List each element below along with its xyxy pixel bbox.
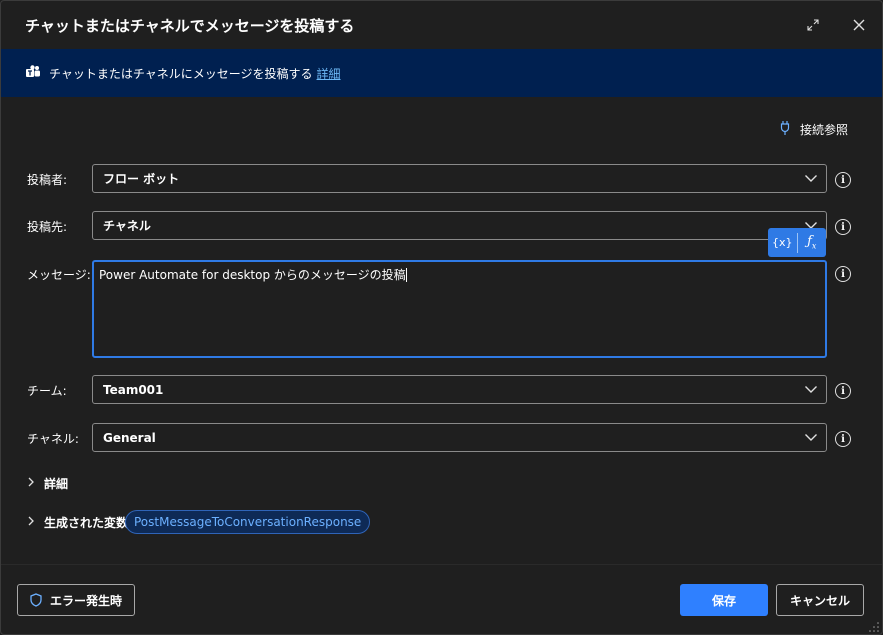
connection-reference-label: 接続参照: [799, 123, 848, 137]
chevron-right-icon: [27, 477, 35, 490]
poster-dropdown[interactable]: フロー ボット: [92, 164, 827, 193]
message-textarea[interactable]: Power Automate for desktop からのメッセージの投稿: [92, 260, 827, 358]
message-label: メッセージ:: [27, 268, 91, 282]
cancel-button[interactable]: キャンセル: [776, 584, 864, 616]
post-in-info-icon[interactable]: i: [835, 219, 851, 235]
banner-text: チャットまたはチャネルにメッセージを投稿する: [49, 66, 313, 81]
plug-icon: [780, 120, 790, 139]
fx-icon: ƒx: [807, 234, 817, 251]
chevron-down-icon: [804, 430, 818, 447]
chevron-down-icon: [804, 382, 818, 399]
channel-label: チャネル:: [27, 432, 79, 446]
on-error-label: エラー発生時: [49, 593, 122, 608]
resize-grip-icon[interactable]: [869, 621, 879, 632]
details-expander[interactable]: 詳細: [27, 475, 68, 492]
message-info-icon[interactable]: i: [835, 266, 851, 282]
team-value: Team001: [103, 382, 164, 397]
post-in-label: 投稿先:: [27, 220, 68, 234]
variable-buttons: {x} ƒx: [768, 228, 826, 257]
generated-variables-expander[interactable]: 生成された変数: [27, 514, 128, 531]
message-text: Power Automate for desktop からのメッセージの投稿: [99, 268, 406, 282]
info-banner: チャットまたはチャネルにメッセージを投稿する 詳細: [1, 49, 882, 97]
team-label: チーム:: [27, 384, 67, 398]
poster-value: フロー ボット: [103, 172, 180, 186]
generated-variables-label: 生成された変数: [44, 516, 129, 530]
insert-expression-button[interactable]: ƒx: [798, 228, 827, 257]
banner-details-link[interactable]: 詳細: [317, 65, 341, 82]
dialog-titlebar: チャットまたはチャネルでメッセージを投稿する: [1, 1, 882, 49]
teams-icon: [25, 64, 41, 83]
footer-divider: [1, 564, 882, 565]
poster-info-icon[interactable]: i: [835, 172, 851, 188]
text-caret: [405, 268, 407, 282]
save-button[interactable]: 保存: [680, 584, 768, 616]
channel-value: General: [103, 430, 156, 445]
dialog-title: チャットまたはチャネルでメッセージを投稿する: [25, 17, 355, 35]
chevron-down-icon: [804, 171, 818, 188]
insert-variable-button[interactable]: {x}: [768, 228, 797, 257]
details-label: 詳細: [44, 477, 69, 491]
post-message-dialog: チャットまたはチャネルでメッセージを投稿する チャットまたはチャネルにメッセージ…: [0, 0, 883, 635]
variable-pill[interactable]: PostMessageToConversationResponse: [125, 510, 371, 534]
post-in-value: チャネル: [103, 219, 151, 233]
close-icon[interactable]: [849, 15, 869, 35]
shield-icon: [30, 593, 42, 607]
chevron-right-icon: [27, 516, 35, 529]
poster-label: 投稿者:: [27, 173, 68, 187]
expand-icon[interactable]: [803, 15, 823, 35]
post-in-dropdown[interactable]: チャネル: [92, 211, 827, 240]
on-error-button[interactable]: エラー発生時: [17, 584, 135, 616]
team-dropdown[interactable]: Team001: [92, 375, 827, 404]
channel-dropdown[interactable]: General: [92, 423, 827, 452]
connection-reference-button[interactable]: 接続参照: [780, 120, 848, 139]
team-info-icon[interactable]: i: [835, 383, 851, 399]
channel-info-icon[interactable]: i: [835, 431, 851, 447]
